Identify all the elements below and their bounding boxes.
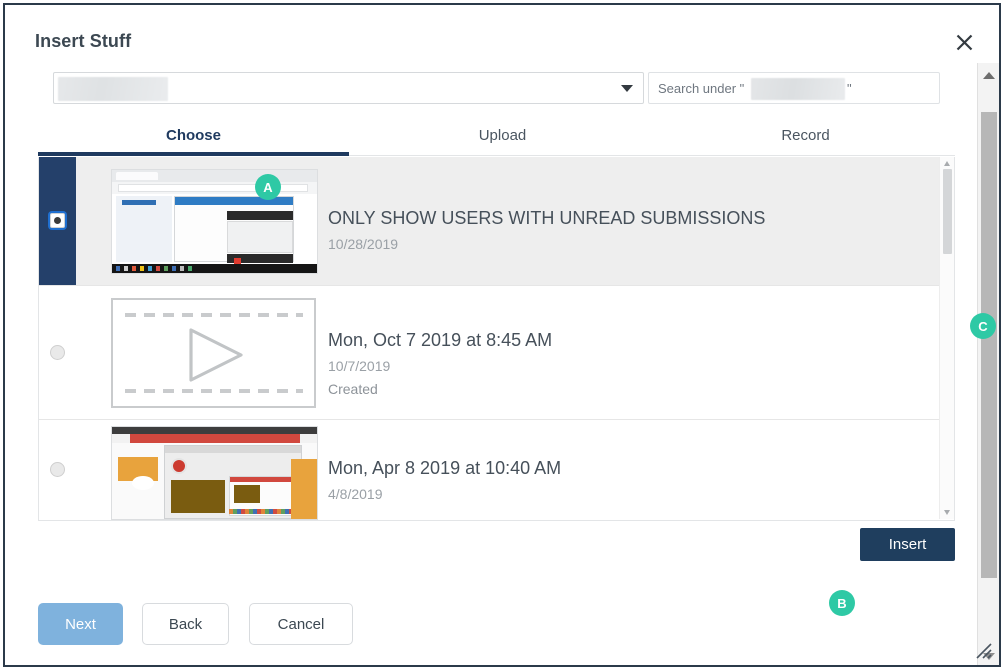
item-status: Created	[328, 381, 378, 397]
search-placeholder-suffix: "	[847, 81, 852, 96]
item-title: Mon, Oct 7 2019 at 8:45 AM	[328, 330, 553, 350]
search-scope-redacted	[751, 78, 845, 100]
search-placeholder-text: Search under "	[658, 81, 745, 96]
dialog-content: Search under " " Choose Upload Record A	[5, 63, 955, 665]
dialog-scrollbar-thumb[interactable]	[981, 112, 997, 578]
item-date: 4/8/2019	[328, 486, 383, 502]
dialog-scrollbar[interactable]	[977, 63, 999, 665]
presentation-screenshot-thumbnail	[111, 426, 318, 520]
insert-button[interactable]: Insert	[860, 528, 955, 561]
film-strip-top	[125, 313, 303, 317]
back-button[interactable]: Back	[142, 603, 229, 645]
film-strip-bottom	[125, 389, 303, 393]
item-date: 10/7/2019	[328, 358, 391, 374]
active-tab-indicator	[38, 152, 349, 156]
list-scrollbar-thumb[interactable]	[943, 169, 952, 254]
thumbnail-cell	[76, 286, 324, 419]
annotation-marker-b: B	[829, 590, 855, 616]
thumbnail-cell	[76, 157, 324, 285]
search-input[interactable]: Search under " "	[648, 72, 940, 104]
annotation-marker-a: A	[255, 174, 281, 200]
item-text-cell: Mon, Apr 8 2019 at 10:40 AM 4/8/2019	[324, 420, 954, 520]
tab-choose[interactable]: Choose	[38, 116, 349, 155]
tab-upload[interactable]: Upload	[349, 116, 656, 155]
media-item-list: ONLY SHOW USERS WITH UNREAD SUBMISSIONS …	[38, 157, 955, 521]
browser-screenshot-thumbnail	[111, 169, 318, 274]
folder-select[interactable]	[53, 72, 644, 104]
folder-name-redacted	[58, 77, 168, 101]
radio-button[interactable]	[50, 462, 65, 477]
annotation-marker-c: C	[970, 313, 996, 339]
scroll-down-icon[interactable]	[944, 510, 950, 515]
chevron-down-icon	[621, 85, 633, 92]
cancel-button[interactable]: Cancel	[249, 603, 353, 645]
resize-grip-icon[interactable]	[975, 642, 993, 660]
list-scrollbar[interactable]	[939, 157, 954, 519]
tab-strip: Choose Upload Record	[38, 116, 955, 156]
list-item[interactable]: Mon, Oct 7 2019 at 8:45 AM 10/7/2019 Cre…	[39, 286, 954, 419]
dialog-title-bar: Insert Stuff	[5, 5, 999, 63]
insert-stuff-dialog: Insert Stuff Search under " " Choose Upl…	[3, 3, 1001, 667]
page-title: Insert Stuff	[35, 31, 132, 51]
list-item[interactable]: Mon, Apr 8 2019 at 10:40 AM 4/8/2019	[39, 420, 954, 520]
selection-rail	[39, 420, 76, 520]
tab-record[interactable]: Record	[656, 116, 955, 155]
item-text-cell: Mon, Oct 7 2019 at 8:45 AM 10/7/2019 Cre…	[324, 286, 954, 419]
play-icon	[189, 328, 243, 382]
filter-row: Search under " "	[53, 72, 940, 104]
close-icon[interactable]	[951, 29, 977, 55]
radio-button[interactable]	[50, 344, 65, 360]
scroll-up-icon[interactable]	[944, 161, 950, 166]
item-title: Mon, Apr 8 2019 at 10:40 AM	[328, 458, 562, 478]
next-button[interactable]: Next	[38, 603, 123, 645]
item-date: 10/28/2019	[328, 236, 399, 252]
item-title: ONLY SHOW USERS WITH UNREAD SUBMISSIONS	[328, 208, 766, 228]
item-text-cell: ONLY SHOW USERS WITH UNREAD SUBMISSIONS …	[324, 157, 954, 285]
scroll-up-icon[interactable]	[983, 72, 995, 79]
list-item[interactable]: ONLY SHOW USERS WITH UNREAD SUBMISSIONS …	[39, 157, 954, 285]
radio-button-selected[interactable]	[50, 213, 65, 228]
selection-rail	[39, 157, 76, 285]
video-placeholder-thumbnail	[111, 298, 316, 408]
selection-rail	[39, 286, 76, 419]
thumbnail-cell	[76, 420, 324, 520]
